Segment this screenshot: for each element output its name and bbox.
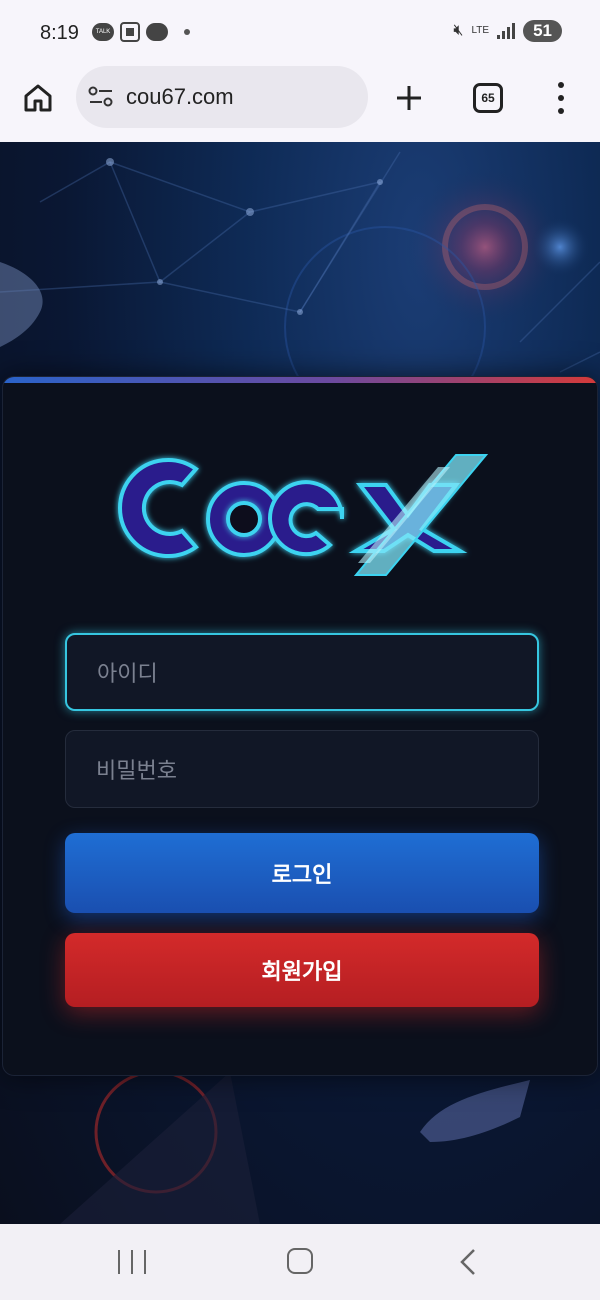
site-settings-icon[interactable] [88,86,114,108]
web-page: 아이디 비밀번호 로그인 회원가입 [0,142,600,1224]
signal-icon [497,23,516,39]
id-input[interactable]: 아이디 [65,633,539,711]
card-accent-line [3,377,597,383]
more-notifications-dot [184,29,190,35]
lte-icon: LTE [471,25,490,36]
system-nav-bar [0,1224,600,1300]
join-button[interactable]: 회원가입 [65,933,539,1007]
back-icon[interactable] [458,1248,478,1276]
status-time: 8:19 [40,22,79,44]
coex-logo [118,454,489,576]
address-bar[interactable]: cou67.com [76,66,368,128]
login-card: 아이디 비밀번호 로그인 회원가입 [2,376,598,1076]
mute-icon: 🔇︎ [453,22,464,39]
recent-apps-icon[interactable] [118,1250,146,1274]
browser-toolbar: cou67.com 65 [0,66,600,142]
battery-badge: 51 [523,20,562,42]
kakaotalk-icon: TALK [92,23,114,41]
status-bar: 8:19 TALK 🔇︎ LTE 51 [0,0,600,66]
nav-home-icon[interactable] [287,1248,313,1274]
tabs-icon[interactable]: 65 [473,83,503,113]
notification-icons: TALK [92,22,190,42]
login-button-label: 로그인 [271,863,333,888]
message-icon [146,23,168,41]
join-button-label: 회원가입 [261,960,343,985]
login-button[interactable]: 로그인 [65,833,539,913]
url-text: cou67.com [126,84,234,109]
id-placeholder: 아이디 [97,662,158,687]
plus-icon[interactable] [395,84,423,112]
password-placeholder: 비밀번호 [96,759,177,784]
screenshot-icon [120,22,140,42]
home-icon[interactable] [22,82,54,114]
password-input[interactable]: 비밀번호 [65,730,539,808]
system-icons: 🔇︎ LTE 51 [453,20,562,42]
more-icon[interactable] [553,82,569,114]
